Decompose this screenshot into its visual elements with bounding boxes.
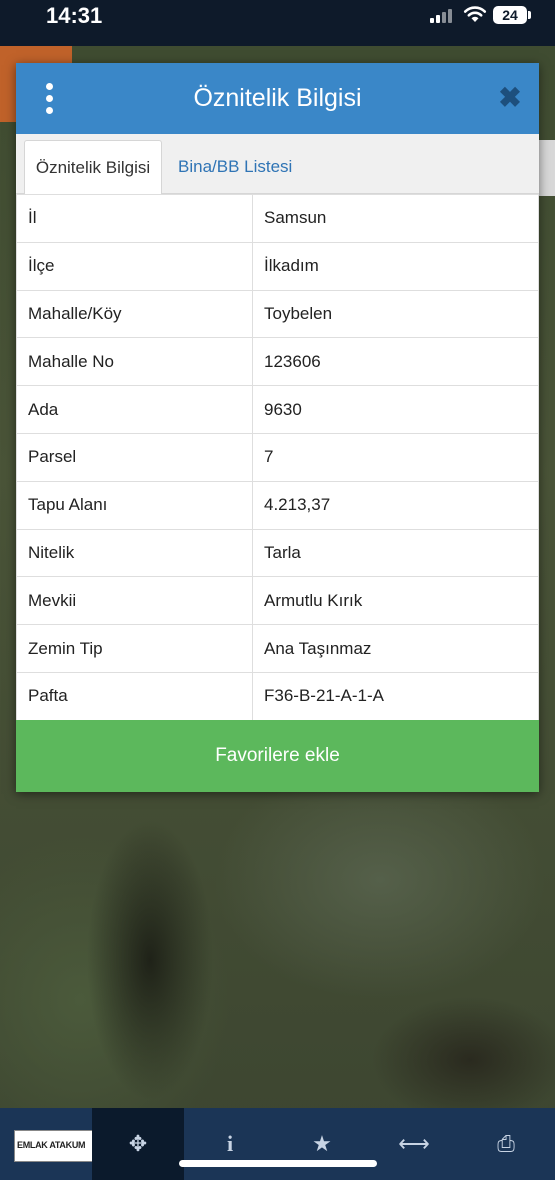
attribute-value: 4.213,37 bbox=[252, 480, 539, 530]
attribute-value: F36-B-21-A-1-A bbox=[252, 671, 539, 721]
attribute-value: Toybelen bbox=[252, 289, 539, 339]
table-row: Nitelik Tarla bbox=[16, 528, 539, 578]
table-row: Parsel 7 bbox=[16, 432, 539, 482]
cellular-signal-icon bbox=[430, 9, 456, 23]
emlak-atakum-logo: EMLAK ATAKUM bbox=[14, 1130, 94, 1162]
attribute-key: Mahalle No bbox=[16, 337, 253, 387]
attribute-key: Ada bbox=[16, 385, 253, 434]
battery-icon: 24 bbox=[493, 6, 527, 24]
print-icon: ⎙ bbox=[497, 1131, 515, 1156]
attribute-value: 7 bbox=[252, 432, 539, 482]
measure-button[interactable]: ⟷ bbox=[368, 1108, 460, 1180]
tab-attribute-info[interactable]: Öznitelik Bilgisi bbox=[24, 140, 162, 195]
info-button[interactable]: i bbox=[184, 1108, 276, 1180]
table-row: Mahalle No 123606 bbox=[16, 337, 539, 387]
tab-bar: Öznitelik Bilgisi Bina/BB Listesi bbox=[16, 134, 539, 195]
menu-kebab-icon[interactable] bbox=[42, 83, 58, 115]
print-button[interactable]: ⎙ bbox=[460, 1108, 552, 1180]
locate-button[interactable]: ✥ bbox=[92, 1108, 184, 1180]
table-row: Zemin Tip Ana Taşınmaz bbox=[16, 624, 539, 673]
attribute-table: İl Samsun İlçe İlkadım Mahalle/Köy Toybelen Ma… bbox=[16, 194, 539, 721]
attribute-value: Tarla bbox=[252, 528, 539, 578]
status-bar: 14:31 24 bbox=[0, 0, 555, 46]
table-row: İl Samsun bbox=[16, 194, 539, 243]
table-row: Mahalle/Köy Toybelen bbox=[16, 289, 539, 339]
table-row: Ada 9630 bbox=[16, 385, 539, 434]
status-time: 14:31 bbox=[46, 3, 103, 28]
attribute-value: Samsun bbox=[252, 194, 539, 243]
favorites-button[interactable]: ★ bbox=[276, 1108, 368, 1180]
attribute-key: Mevkii bbox=[16, 576, 253, 626]
crosshair-icon: ✥ bbox=[128, 1131, 148, 1156]
attribute-key: İl bbox=[16, 194, 253, 243]
add-favorite-button[interactable]: Favorilere ekle bbox=[16, 720, 539, 792]
attribute-key: Tapu Alanı bbox=[16, 480, 253, 530]
wifi-icon bbox=[463, 6, 487, 22]
attribute-value: Ana Taşınmaz bbox=[252, 624, 539, 673]
home-indicator[interactable] bbox=[179, 1160, 377, 1167]
close-button[interactable]: ✖ bbox=[496, 81, 524, 115]
attribute-key: Pafta bbox=[16, 671, 253, 721]
table-row: Mevkii Armutlu Kırık bbox=[16, 576, 539, 626]
attribute-key: Zemin Tip bbox=[16, 624, 253, 673]
dialog-title: Öznitelik Bilgisi bbox=[193, 84, 362, 112]
attribute-value: Armutlu Kırık bbox=[252, 576, 539, 626]
dialog-header: Öznitelik Bilgisi ✖ bbox=[16, 63, 539, 134]
tab-building-list[interactable]: Bina/BB Listesi bbox=[178, 140, 292, 195]
attribute-dialog: Öznitelik Bilgisi ✖ Öznitelik Bilgisi Bi… bbox=[16, 63, 539, 792]
battery-tip bbox=[528, 11, 531, 19]
attribute-value: İlkadım bbox=[252, 241, 539, 291]
star-icon: ★ bbox=[312, 1131, 332, 1156]
bottom-toolbar: EMLAK ATAKUM ✥ i ★ ⟷ ⎙ bbox=[0, 1108, 555, 1180]
attribute-value: 9630 bbox=[252, 385, 539, 434]
info-icon: i bbox=[226, 1131, 234, 1156]
attribute-key: Mahalle/Köy bbox=[16, 289, 253, 339]
attribute-key: İlçe bbox=[16, 241, 253, 291]
attribute-value: 123606 bbox=[252, 337, 539, 387]
table-row: Pafta F36-B-21-A-1-A bbox=[16, 671, 539, 721]
attribute-key: Parsel bbox=[16, 432, 253, 482]
table-row: Tapu Alanı 4.213,37 bbox=[16, 480, 539, 530]
measure-icon: ⟷ bbox=[398, 1131, 430, 1156]
map-feature bbox=[539, 140, 555, 196]
table-row: İlçe İlkadım bbox=[16, 241, 539, 291]
logo-text: EMLAK ATAKUM bbox=[17, 1140, 86, 1150]
attribute-key: Nitelik bbox=[16, 528, 253, 578]
